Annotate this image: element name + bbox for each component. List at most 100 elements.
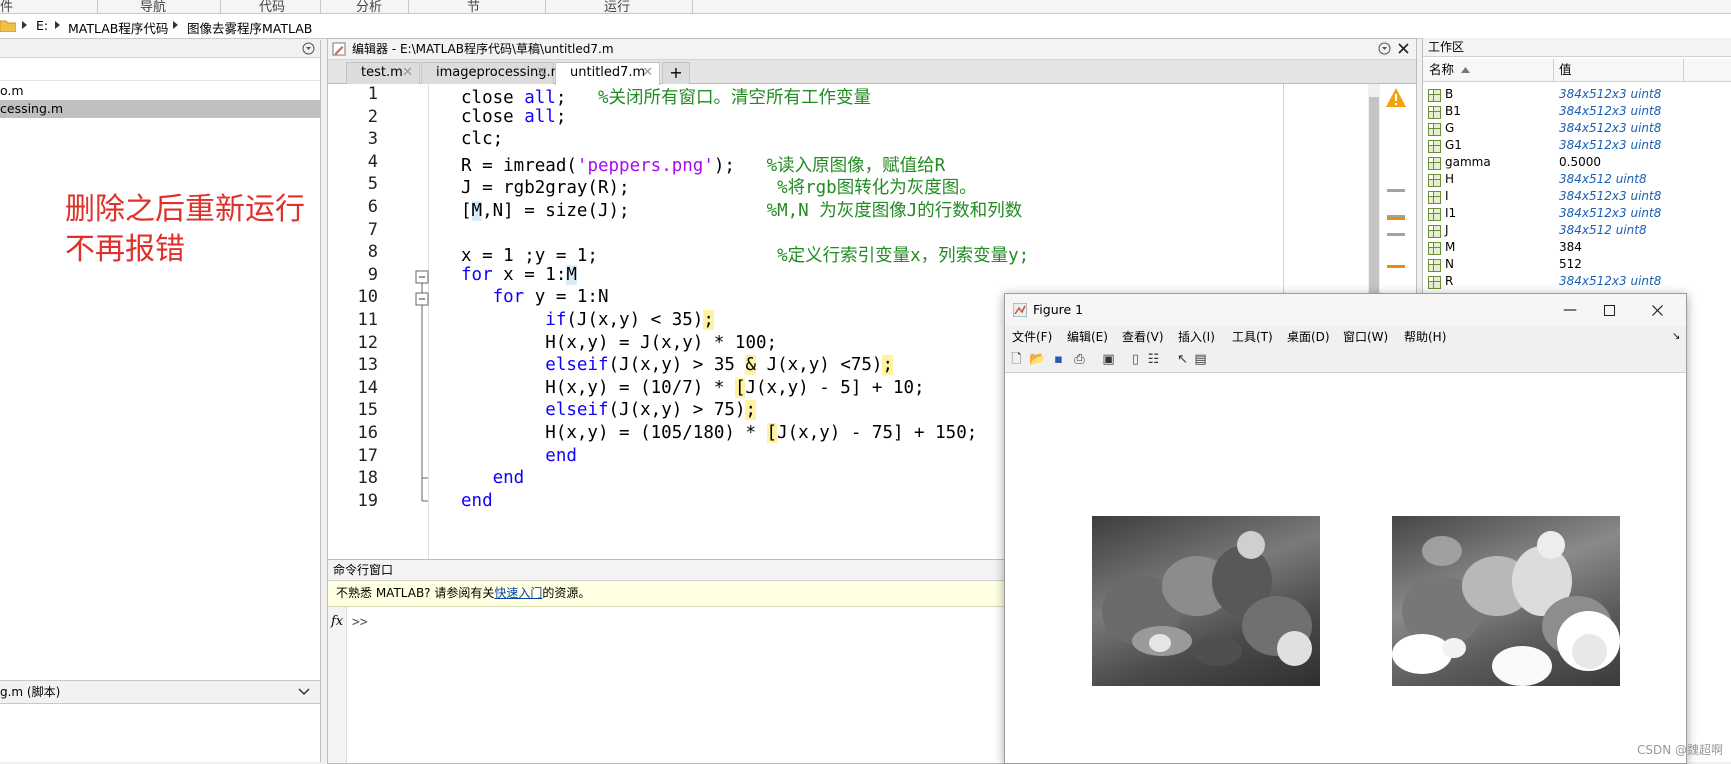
- command-window-title: 命令行窗口: [333, 563, 394, 577]
- close-icon[interactable]: ✕: [536, 63, 547, 83]
- tab-imageprocessing-m[interactable]: imageprocessing.m ✕: [421, 62, 563, 84]
- chevron-right-icon[interactable]: [22, 21, 27, 29]
- matrix-icon: [1428, 208, 1441, 221]
- figure-titlebar[interactable]: Figure 1 —: [1005, 294, 1686, 326]
- variable-name: N: [1445, 257, 1454, 271]
- chevron-right-icon[interactable]: [55, 21, 60, 29]
- workspace-row[interactable]: B 384x512x3 uint8: [1423, 86, 1731, 103]
- maximize-icon[interactable]: [1604, 305, 1615, 316]
- menu-tools[interactable]: 工具(T): [1232, 326, 1273, 348]
- menu-window[interactable]: 窗口(W): [1343, 326, 1388, 348]
- variable-name: B: [1445, 87, 1454, 101]
- annotation-note-line-1: 删除之后重新运行: [65, 192, 305, 227]
- tab-untitled7-m[interactable]: untitled7.m ✕: [555, 62, 660, 85]
- figure-canvas[interactable]: [1005, 373, 1686, 763]
- fx-icon[interactable]: fx: [331, 614, 343, 629]
- getting-started-link[interactable]: 快速入门: [494, 586, 542, 600]
- warning-icon[interactable]: [1385, 87, 1407, 109]
- panel-menu-icon[interactable]: [302, 42, 315, 55]
- editor-menu-icon[interactable]: [1378, 42, 1391, 55]
- toolstrip-ribbon: 件 导航 代码 分析 节 运行: [0, 0, 1731, 14]
- save-icon[interactable]: ▪: [1051, 352, 1066, 367]
- figure-toolbar: 🗋 📂 ▪ ⎙ ▣ ▯ ☷ ↖ ▤: [1005, 348, 1686, 373]
- variable-value: 384x512x3 uint8: [1559, 206, 1662, 220]
- property-inspector-icon[interactable]: ▤: [1193, 352, 1208, 367]
- workspace-row[interactable]: I 384x512x3 uint8: [1423, 188, 1731, 205]
- variable-value: 384x512x3 uint8: [1559, 104, 1662, 118]
- ribbon-section-file[interactable]: 件: [0, 0, 13, 13]
- open-file-icon[interactable]: 📂: [1029, 352, 1045, 367]
- matrix-icon: [1428, 276, 1441, 289]
- ribbon-section-navigate[interactable]: 导航: [140, 0, 166, 13]
- analyzer-marker[interactable]: [1387, 265, 1405, 268]
- insert-legend-icon[interactable]: ☷: [1146, 352, 1161, 367]
- ribbon-section-section[interactable]: 节: [467, 0, 480, 13]
- new-tab-button[interactable]: +: [662, 62, 690, 84]
- analyzer-marker[interactable]: [1387, 189, 1405, 192]
- menu-desktop[interactable]: 桌面(D): [1287, 326, 1330, 348]
- close-icon[interactable]: [1398, 43, 1409, 54]
- variable-value: 384x512x3 uint8: [1559, 189, 1662, 203]
- menu-edit[interactable]: 编辑(E): [1067, 326, 1108, 348]
- code-line: elseif(J(x,y) > 35 & J(x,y) <75);: [545, 355, 894, 376]
- tab-test-m[interactable]: test.m ✕: [346, 62, 420, 84]
- print-icon[interactable]: ⎙: [1072, 352, 1087, 367]
- chevron-right-icon[interactable]: [173, 21, 178, 29]
- code-line: x = 1 ;y = 1; %定义行索引变量x，列索变量y;: [461, 246, 1030, 267]
- file-list-item-selected[interactable]: cessing.m: [0, 100, 320, 118]
- ribbon-section-run[interactable]: 运行: [604, 0, 630, 13]
- variable-name: R: [1445, 274, 1454, 288]
- sort-ascending-icon[interactable]: [1461, 67, 1470, 73]
- details-panel-header[interactable]: g.m (脚本): [0, 680, 320, 704]
- new-figure-icon[interactable]: 🗋: [1009, 352, 1024, 367]
- tab-label: untitled7.m: [570, 65, 646, 80]
- workspace-row[interactable]: G1 384x512x3 uint8: [1423, 137, 1731, 154]
- edit-plot-arrow-icon[interactable]: ↖: [1175, 352, 1190, 367]
- close-icon[interactable]: ✕: [402, 63, 413, 83]
- code-fold-markers[interactable]: [415, 269, 431, 509]
- ribbon-section-analyze[interactable]: 分析: [356, 0, 382, 13]
- workspace-row[interactable]: R 384x512x3 uint8: [1423, 273, 1731, 290]
- current-folder-address-bar[interactable]: E: MATLAB程序代码 图像去雾程序MATLAB: [0, 14, 1731, 39]
- menu-help[interactable]: 帮助(H): [1404, 326, 1446, 348]
- menu-view[interactable]: 查看(V): [1122, 326, 1164, 348]
- ribbon-section-code[interactable]: 代码: [259, 0, 285, 13]
- insert-colorbar-icon[interactable]: ▯: [1128, 352, 1143, 367]
- link-plot-icon[interactable]: ▣: [1101, 352, 1116, 367]
- line-number: 16: [357, 423, 378, 443]
- workspace-row[interactable]: M 384: [1423, 239, 1731, 256]
- workspace-row[interactable]: J 384x512 uint8: [1423, 222, 1731, 239]
- line-number: 8: [367, 242, 378, 263]
- variable-value: 384x512x3 uint8: [1559, 274, 1662, 288]
- file-list-header: [0, 58, 320, 81]
- minimize-icon[interactable]: —: [1563, 294, 1577, 326]
- chevron-down-icon[interactable]: [298, 687, 310, 697]
- watermark: CSDN @魏超啊: [1636, 743, 1723, 757]
- analyzer-marker[interactable]: [1387, 233, 1405, 236]
- breadcrumb-drive[interactable]: E:: [36, 18, 48, 33]
- analyzer-marker[interactable]: [1387, 217, 1405, 220]
- breadcrumb-folder-1[interactable]: MATLAB程序代码: [68, 18, 168, 37]
- menu-insert[interactable]: 插入(I): [1178, 326, 1215, 348]
- close-icon[interactable]: [1652, 305, 1663, 316]
- menu-overflow-icon[interactable]: ↘: [1672, 326, 1680, 348]
- workspace-column-header[interactable]: 名称 值: [1423, 59, 1731, 82]
- workspace-row[interactable]: G 384x512x3 uint8: [1423, 120, 1731, 137]
- workspace-row[interactable]: gamma 0.5000: [1423, 154, 1731, 171]
- workspace-row[interactable]: B1 384x512x3 uint8: [1423, 103, 1731, 120]
- menu-file[interactable]: 文件(F): [1012, 326, 1052, 348]
- column-value[interactable]: 值: [1559, 59, 1572, 81]
- command-prompt[interactable]: >>: [352, 615, 368, 630]
- workspace-row[interactable]: N 512: [1423, 256, 1731, 273]
- editor-scrollbar-thumb[interactable]: [1369, 97, 1379, 297]
- close-icon[interactable]: ✕: [642, 63, 653, 83]
- column-name[interactable]: 名称: [1429, 59, 1454, 81]
- file-list-item[interactable]: o.m: [0, 82, 320, 100]
- code-line: J = rgb2gray(R); %将rgb图转化为灰度图。: [461, 178, 977, 199]
- workspace-row[interactable]: I1 384x512x3 uint8: [1423, 205, 1731, 222]
- breadcrumb-folder-2[interactable]: 图像去雾程序MATLAB: [187, 18, 312, 37]
- figure-menubar: 文件(F) 编辑(E) 查看(V) 插入(I) 工具(T) 桌面(D) 窗口(W…: [1005, 326, 1686, 348]
- file-name: o.m: [0, 83, 24, 98]
- code-line: if(J(x,y) < 35);: [545, 310, 714, 330]
- workspace-row[interactable]: H 384x512 uint8: [1423, 171, 1731, 188]
